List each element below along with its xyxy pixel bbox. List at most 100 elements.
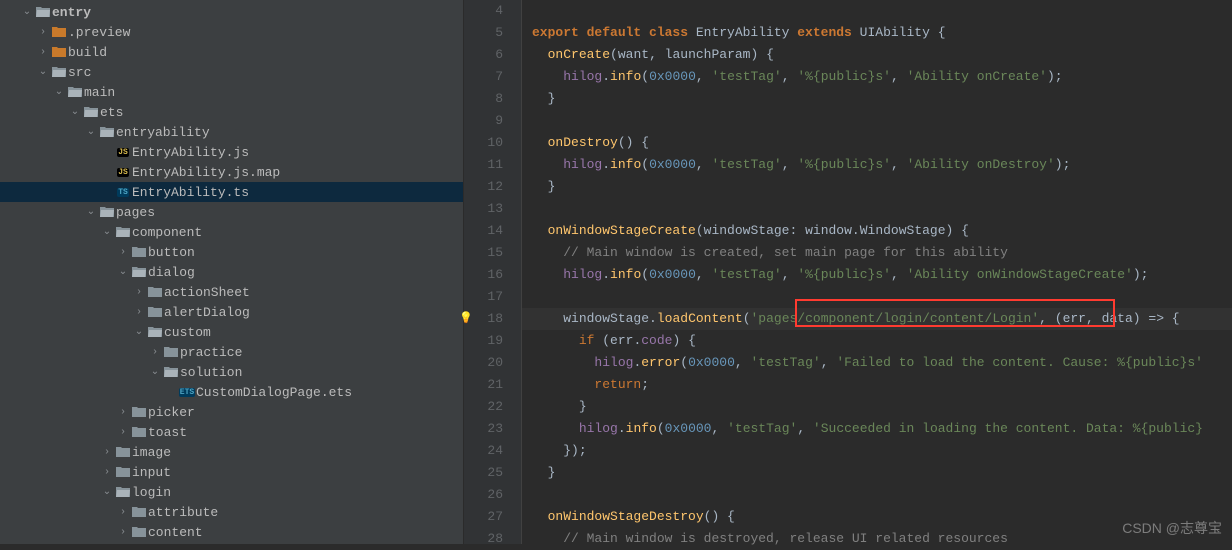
tree-folder[interactable]: ⌄main	[0, 82, 463, 102]
tree-folder[interactable]: ⌄login	[0, 482, 463, 502]
chevron-icon[interactable]: ›	[100, 467, 114, 478]
tree-folder[interactable]: › .preview	[0, 22, 463, 42]
line-number: 22	[464, 396, 521, 418]
folder-open-icon	[50, 66, 68, 78]
chevron-icon[interactable]: ›	[100, 447, 114, 458]
code-area[interactable]: export default class EntryAbility extend…	[522, 0, 1232, 544]
code-line[interactable]: hilog.info(0x0000, 'testTag', '%{public}…	[522, 66, 1232, 88]
folder-open-icon	[98, 206, 116, 218]
chevron-icon[interactable]: ›	[36, 27, 50, 38]
chevron-icon[interactable]: ⌄	[84, 126, 98, 138]
tree-folder[interactable]: ⌄ets	[0, 102, 463, 122]
line-number-gutter: 4567891011121314151617181920212223242526…	[464, 0, 522, 544]
code-line[interactable]: }	[522, 176, 1232, 198]
folder-open-icon	[114, 226, 132, 238]
tree-item-label: pages	[116, 205, 155, 220]
tree-item-label: CustomDialogPage.ets	[196, 385, 352, 400]
line-number: 27	[464, 506, 521, 528]
tree-item-label: .preview	[68, 25, 130, 40]
chevron-icon[interactable]: ›	[116, 527, 130, 538]
folder-icon	[50, 46, 68, 58]
tree-folder[interactable]: ⌄entry	[0, 2, 463, 22]
tree-item-label: solution	[180, 365, 242, 380]
code-line[interactable]	[522, 286, 1232, 308]
chevron-icon[interactable]: ›	[116, 247, 130, 258]
tree-folder[interactable]: ⌄ solution	[0, 362, 463, 382]
code-line[interactable]: hilog.info(0x0000, 'testTag', '%{public}…	[522, 154, 1232, 176]
tree-folder[interactable]: ›alertDialog	[0, 302, 463, 322]
file-icon: JS	[114, 148, 132, 157]
tree-file[interactable]: JSEntryAbility.js.map	[0, 162, 463, 182]
line-number: 15	[464, 242, 521, 264]
line-number: 17	[464, 286, 521, 308]
code-line[interactable]: hilog.info(0x0000, 'testTag', 'Succeeded…	[522, 418, 1232, 440]
tree-folder[interactable]: › attribute	[0, 502, 463, 522]
code-line[interactable]: return;	[522, 374, 1232, 396]
line-number: 20	[464, 352, 521, 374]
tree-folder[interactable]: ›image	[0, 442, 463, 462]
line-number: 21	[464, 374, 521, 396]
code-line[interactable]: export default class EntryAbility extend…	[522, 22, 1232, 44]
project-tree-sidebar[interactable]: ⌄entry › .preview ›build⌄src⌄main⌄ets⌄entry…	[0, 0, 464, 544]
chevron-icon[interactable]: ⌄	[20, 6, 34, 18]
tree-item-label: EntryAbility.js.map	[132, 165, 280, 180]
code-line[interactable]: onDestroy() {	[522, 132, 1232, 154]
tree-file[interactable]: JSEntryAbility.js	[0, 142, 463, 162]
line-number: 10	[464, 132, 521, 154]
code-line[interactable]: }	[522, 462, 1232, 484]
chevron-icon[interactable]: ⌄	[36, 66, 50, 78]
tree-folder[interactable]: ›input	[0, 462, 463, 482]
chevron-icon[interactable]: ⌄	[52, 86, 66, 98]
chevron-icon[interactable]: ⌄	[84, 206, 98, 218]
tree-folder[interactable]: ⌄entryability	[0, 122, 463, 142]
code-line[interactable]: windowStage.loadContent('pages/component…	[522, 308, 1232, 330]
tree-folder[interactable]: ›button	[0, 242, 463, 262]
tree-folder[interactable]: ⌄src	[0, 62, 463, 82]
folder-open-icon	[146, 326, 164, 338]
code-line[interactable]: }	[522, 396, 1232, 418]
chevron-icon[interactable]: ›	[132, 307, 146, 318]
tree-folder[interactable]: ›actionSheet	[0, 282, 463, 302]
chevron-icon[interactable]: ⌄	[116, 266, 130, 278]
chevron-icon[interactable]: ›	[116, 507, 130, 518]
line-number: 19	[464, 330, 521, 352]
chevron-icon[interactable]: ⌄	[148, 366, 162, 378]
code-line[interactable]	[522, 110, 1232, 132]
code-line[interactable]: if (err.code) {	[522, 330, 1232, 352]
chevron-icon[interactable]: ⌄	[68, 106, 82, 118]
tree-folder[interactable]: ›build	[0, 42, 463, 62]
tree-folder[interactable]: ⌄component	[0, 222, 463, 242]
code-line[interactable]: }	[522, 88, 1232, 110]
code-line[interactable]	[522, 0, 1232, 22]
tree-file[interactable]: ETSCustomDialogPage.ets	[0, 382, 463, 402]
tree-folder[interactable]: ⌄custom	[0, 322, 463, 342]
tree-folder[interactable]: ›toast	[0, 422, 463, 442]
editor-pane[interactable]: 4567891011121314151617181920212223242526…	[464, 0, 1232, 544]
code-line[interactable]	[522, 198, 1232, 220]
code-line[interactable]: // Main window is created, set main page…	[522, 242, 1232, 264]
chevron-icon[interactable]: ⌄	[132, 326, 146, 338]
chevron-icon[interactable]: ›	[116, 427, 130, 438]
chevron-icon[interactable]: ›	[116, 407, 130, 418]
tree-folder[interactable]: ›practice	[0, 342, 463, 362]
code-line[interactable]: onCreate(want, launchParam) {	[522, 44, 1232, 66]
chevron-icon[interactable]: ⌄	[100, 226, 114, 238]
code-line[interactable]: hilog.error(0x0000, 'testTag', 'Failed t…	[522, 352, 1232, 374]
code-line[interactable]: });	[522, 440, 1232, 462]
folder-icon	[130, 406, 148, 418]
tree-folder[interactable]: ›content	[0, 522, 463, 542]
code-line[interactable]	[522, 484, 1232, 506]
chevron-icon[interactable]: ⌄	[100, 486, 114, 498]
chevron-icon[interactable]: ›	[36, 47, 50, 58]
tree-file[interactable]: TSEntryAbility.ts	[0, 182, 463, 202]
code-line[interactable]: onWindowStageCreate(windowStage: window.…	[522, 220, 1232, 242]
tree-folder[interactable]: ›picker	[0, 402, 463, 422]
folder-open-icon	[34, 6, 52, 18]
line-number: 23	[464, 418, 521, 440]
tree-folder[interactable]: ⌄dialog	[0, 262, 463, 282]
chevron-icon[interactable]: ›	[132, 287, 146, 298]
chevron-icon[interactable]: ›	[148, 347, 162, 358]
tree-folder[interactable]: ⌄ pages	[0, 202, 463, 222]
tree-item-label: attribute	[148, 505, 218, 520]
code-line[interactable]: hilog.info(0x0000, 'testTag', '%{public}…	[522, 264, 1232, 286]
